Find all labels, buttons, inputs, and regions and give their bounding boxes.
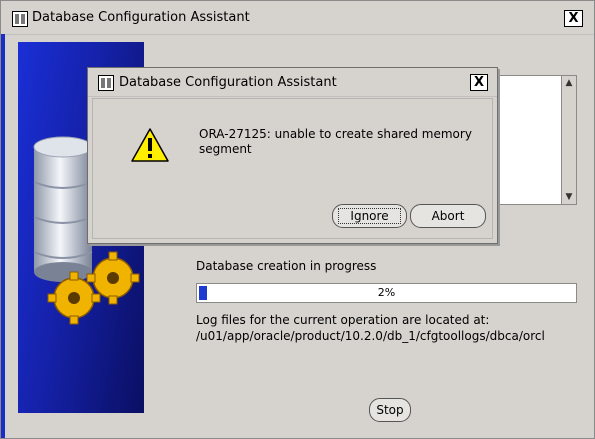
- dialog-title: Database Configuration Assistant: [119, 75, 337, 90]
- vertical-scrollbar[interactable]: ▲ ▼: [561, 76, 576, 204]
- main-titlebar[interactable]: Database Configuration Assistant X: [1, 1, 594, 35]
- log-info-line: Log files for the current operation are …: [196, 313, 490, 327]
- focus-ring: [338, 208, 401, 224]
- error-dialog: Database Configuration Assistant X ORA-2…: [87, 67, 498, 244]
- dialog-close-button[interactable]: X: [470, 74, 488, 91]
- dialog-body: ORA-27125: unable to create shared memor…: [92, 98, 493, 239]
- log-location-info: Log files for the current operation are …: [196, 312, 545, 344]
- left-edge-accent: [1, 34, 5, 438]
- dialog-app-icon: [98, 75, 114, 91]
- ignore-button[interactable]: Ignore: [332, 204, 407, 228]
- dialog-titlebar[interactable]: Database Configuration Assistant X: [88, 68, 497, 97]
- log-text-area[interactable]: ▲ ▼: [496, 75, 577, 205]
- warning-icon: [131, 128, 169, 162]
- scroll-down-arrow-icon[interactable]: ▼: [563, 191, 575, 203]
- error-message: ORA-27125: unable to create shared memor…: [199, 127, 472, 156]
- status-label: Database creation in progress: [196, 259, 377, 273]
- progress-bar: 2%: [196, 283, 577, 303]
- abort-button[interactable]: Abort: [410, 204, 486, 228]
- log-path: /u01/app/oracle/product/10.2.0/db_1/cfgt…: [196, 329, 545, 343]
- app-icon: [12, 11, 28, 27]
- window-title: Database Configuration Assistant: [32, 10, 250, 25]
- stop-button[interactable]: Stop: [369, 398, 411, 422]
- scroll-up-arrow-icon[interactable]: ▲: [563, 77, 575, 89]
- progress-percent: 2%: [377, 286, 396, 299]
- close-button[interactable]: X: [564, 10, 583, 27]
